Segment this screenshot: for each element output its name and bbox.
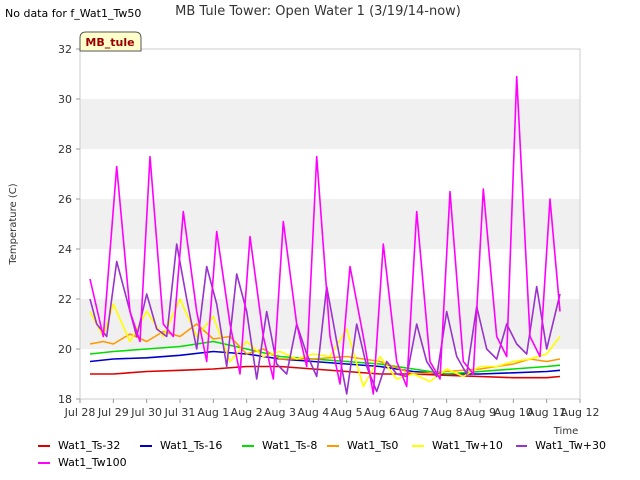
x-tick-label: Aug 2	[231, 406, 263, 419]
y-tick-label: 32	[58, 43, 72, 56]
x-tick-label: Aug 9	[464, 406, 496, 419]
legend-label: Wat1_Tw100	[58, 456, 127, 469]
legend-item: Wat1_Ts-8	[242, 439, 327, 452]
legend-swatch	[242, 444, 254, 447]
legend-item: Wat1_Ts0	[327, 439, 412, 452]
x-tick-label: Jul 31	[164, 406, 196, 419]
station-tag: MB_tule	[79, 31, 142, 52]
x-tick-label: Jul 28	[64, 406, 96, 419]
x-tick-label: Aug 5	[331, 406, 363, 419]
y-tick-label: 26	[58, 193, 72, 206]
legend-row: Wat1_Tw100	[38, 454, 638, 471]
legend-item: Wat1_Tw+10	[412, 439, 516, 452]
x-tick-label: Aug 4	[297, 406, 329, 419]
legend-item: Wat1_Ts-16	[140, 439, 242, 452]
x-tick-label: Aug 3	[264, 406, 296, 419]
legend: Wat1_Ts-32 Wat1_Ts-16 Wat1_Ts-8 Wat1_Ts0 Wat…	[38, 437, 638, 471]
legend-swatch	[516, 444, 528, 447]
legend-swatch	[140, 444, 152, 447]
x-tick-label: Aug 8	[431, 406, 463, 419]
grid-band	[80, 249, 580, 299]
grid-band	[80, 49, 580, 99]
legend-label: Wat1_Ts-32	[58, 439, 121, 452]
x-ticks: Jul 28 Jul 29 Jul 30 Jul 31 Aug 1 Aug 2 Aug 3A…	[64, 399, 600, 419]
x-tick-label: Jul 29	[97, 406, 129, 419]
grid-band	[80, 149, 580, 199]
x-tick-label: Aug 7	[397, 406, 429, 419]
legend-label: Wat1_Ts-8	[262, 439, 318, 452]
legend-item: Wat1_Tw100	[38, 456, 158, 469]
legend-label: Wat1_Ts-16	[160, 439, 223, 452]
x-tick-label: Aug 12	[561, 406, 600, 419]
legend-row: Wat1_Ts-32 Wat1_Ts-16 Wat1_Ts-8 Wat1_Ts0 Wat…	[38, 437, 638, 454]
legend-swatch	[38, 461, 50, 464]
y-tick-label: 30	[58, 93, 72, 106]
station-tag-label: MB_tule	[85, 36, 134, 49]
y-tick-label: 20	[58, 343, 72, 356]
y-ticks: 18 20 22 24 26 28 30 32	[58, 43, 80, 406]
line-chart: MB Tule Tower: Open Water 1 (3/19/14-now…	[8, 4, 600, 437]
y-tick-label: 22	[58, 293, 72, 306]
x-tick-label: Jul 30	[130, 406, 162, 419]
y-tick-label: 24	[58, 243, 72, 256]
legend-label: Wat1_Ts0	[347, 439, 399, 452]
x-tick-label: Aug 1	[197, 406, 229, 419]
chart-title: MB Tule Tower: Open Water 1 (3/19/14-now…	[175, 4, 461, 19]
legend-label: Wat1_Tw+10	[432, 439, 503, 452]
legend-swatch	[327, 444, 339, 447]
y-tick-label: 28	[58, 143, 72, 156]
legend-swatch	[38, 444, 50, 447]
legend-label: Wat1_Tw+30	[535, 439, 606, 452]
legend-item: Wat1_Tw+30	[516, 439, 606, 452]
y-axis-label: Temperature (C)	[8, 183, 19, 265]
legend-item: Wat1_Ts-32	[38, 439, 140, 452]
grid-band	[80, 99, 580, 149]
y-tick-label: 18	[58, 393, 72, 406]
legend-swatch	[412, 444, 424, 447]
x-axis-label: Time	[553, 426, 578, 437]
x-tick-label: Aug 6	[364, 406, 396, 419]
